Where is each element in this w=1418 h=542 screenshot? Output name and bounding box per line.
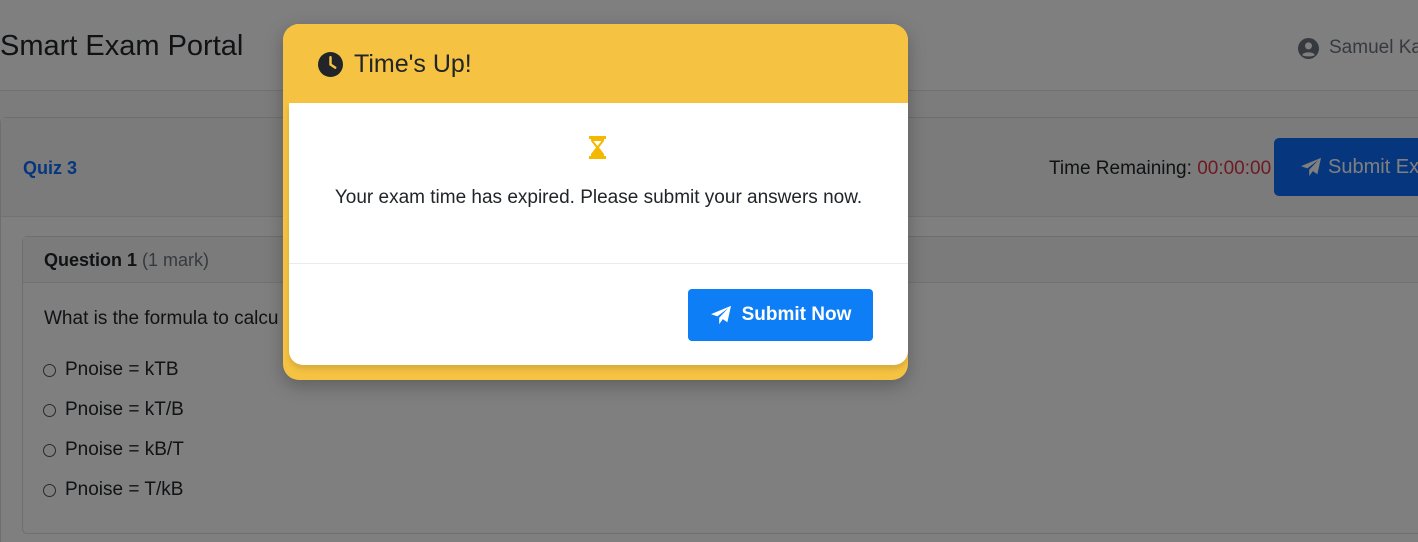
times-up-modal: Time's Up! Your exam time has expired. P… [283, 24, 908, 380]
hourglass-icon [589, 136, 606, 164]
paper-plane-icon [710, 305, 731, 325]
modal-header: Time's Up! [283, 24, 908, 103]
page: Smart Exam Portal Samuel Ka Quiz 3 Time … [0, 0, 1418, 542]
clock-icon [318, 52, 343, 77]
modal-title: Time's Up! [318, 50, 472, 79]
submit-now-label: Submit Now [741, 304, 852, 325]
modal-body: Your exam time has expired. Please submi… [289, 103, 908, 365]
modal-title-text: Time's Up! [354, 50, 472, 78]
submit-now-button[interactable]: Submit Now [688, 289, 873, 341]
modal-message: Your exam time has expired. Please submi… [334, 187, 863, 208]
modal-divider [289, 263, 908, 264]
